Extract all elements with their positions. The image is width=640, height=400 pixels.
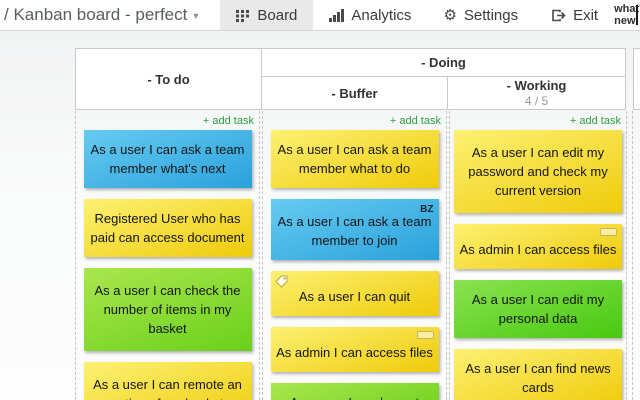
kanban-card[interactable]: As a user I can ask a team member what's… — [83, 130, 252, 188]
tab-analytics[interactable]: Analytics — [313, 0, 427, 30]
add-task-link-todo[interactable]: + add task — [76, 111, 259, 130]
kanban-card[interactable]: As admin I can access files — [270, 327, 439, 372]
block-indicator-icon — [600, 228, 617, 236]
next-column-divider — [632, 111, 633, 400]
tab-board[interactable]: Board — [220, 0, 314, 30]
board-title: / Kanban board - perfect — [4, 5, 188, 24]
column-header-working[interactable]: - Working 4 / 5 — [447, 76, 626, 110]
card-text: As a user I can ask a team member what's… — [90, 142, 245, 176]
card-text: As admin I can access files — [276, 345, 433, 360]
column-header-buffer[interactable]: - Buffer — [261, 76, 448, 110]
kanban-card[interactable]: BZ As a user I can ask a team member to … — [270, 199, 439, 260]
card-text: As a user I can log out — [275, 393, 435, 400]
kanban-card[interactable]: Registered User who has paid can access … — [83, 199, 252, 257]
kanban-card[interactable]: As a user I can edit my personal data — [454, 280, 622, 338]
card-columns: + add task As a user I can ask a team me… — [75, 111, 627, 400]
card-text: Registered User who has paid can access … — [90, 211, 245, 245]
board-title-dropdown[interactable]: / Kanban board - perfect ▾ — [0, 0, 208, 30]
kanban-board: - To do - Doing - Buffer - Working 4 / 5… — [0, 31, 640, 400]
card-text: As a user I can edit my password and che… — [468, 145, 608, 198]
kanban-card[interactable]: As a user I can remote an action of my b… — [83, 362, 252, 400]
kanban-card[interactable]: As a user I can check the number of item… — [83, 268, 252, 351]
kanban-card[interactable]: As a user I can find news cards — [454, 349, 622, 400]
nav-tabs: Board Analytics ⚙ Settings Exit — [220, 0, 614, 30]
tab-analytics-label: Analytics — [351, 6, 412, 24]
kanban-card[interactable]: As admin I can access files — [454, 224, 622, 269]
column-group-header-doing[interactable]: - Doing — [261, 48, 626, 77]
kanban-card[interactable]: As a user I can log out — [270, 383, 439, 400]
gear-icon: ⚙ — [443, 6, 457, 24]
top-nav: / Kanban board - perfect ▾ Board Analyti… — [0, 0, 640, 31]
logout-icon — [550, 8, 566, 23]
card-text: As a user I can find news cards — [465, 361, 611, 395]
add-task-link-working[interactable]: + add task — [450, 111, 626, 130]
tab-settings[interactable]: ⚙ Settings — [427, 0, 534, 30]
column-todo: + add task As a user I can ask a team me… — [75, 111, 260, 400]
column-buffer: + add task As a user I can ask a team me… — [262, 111, 447, 400]
card-text: As a user I can quit — [298, 289, 411, 304]
add-task-link-buffer[interactable]: + add task — [263, 111, 446, 130]
chevron-down-icon: ▾ — [193, 10, 199, 22]
card-text: As admin I can access files — [459, 242, 617, 257]
wip-limit-counter: 4 / 5 — [524, 94, 549, 108]
card-text: As a user I can edit my personal data — [471, 292, 605, 326]
tab-settings-label: Settings — [463, 6, 519, 24]
column-header-working-label: - Working — [506, 78, 567, 93]
tab-board-label: Board — [257, 6, 298, 24]
block-indicator-icon — [416, 331, 434, 339]
card-text: As a user I can check the number of item… — [94, 283, 241, 336]
kanban-card[interactable]: As a user I can ask a team member what t… — [270, 130, 439, 188]
tab-exit-label: Exit — [573, 6, 599, 24]
tab-exit[interactable]: Exit — [534, 0, 614, 30]
board-grid-icon — [236, 9, 250, 22]
card-text: As a user I can ask a team member what t… — [277, 142, 432, 176]
tag-icon — [274, 274, 288, 293]
kanban-card[interactable]: As a user I can quit — [270, 271, 439, 316]
card-text: As a user I can ask a team member to joi… — [277, 214, 432, 248]
next-column-header-cutoff — [633, 48, 640, 110]
column-headers: - To do - Doing - Buffer - Working 4 / 5 — [75, 48, 626, 110]
cut-off-edge-element — [636, 5, 638, 25]
bar-chart-icon — [329, 8, 345, 22]
card-initials-badge: BZ — [420, 204, 434, 215]
column-header-todo[interactable]: - To do — [75, 48, 262, 110]
kanban-card[interactable]: As a user I can edit my password and che… — [454, 130, 622, 213]
column-working: + add task As a user I can edit my passw… — [449, 111, 627, 400]
card-text: As a user I can remote an action of my b… — [93, 377, 242, 400]
